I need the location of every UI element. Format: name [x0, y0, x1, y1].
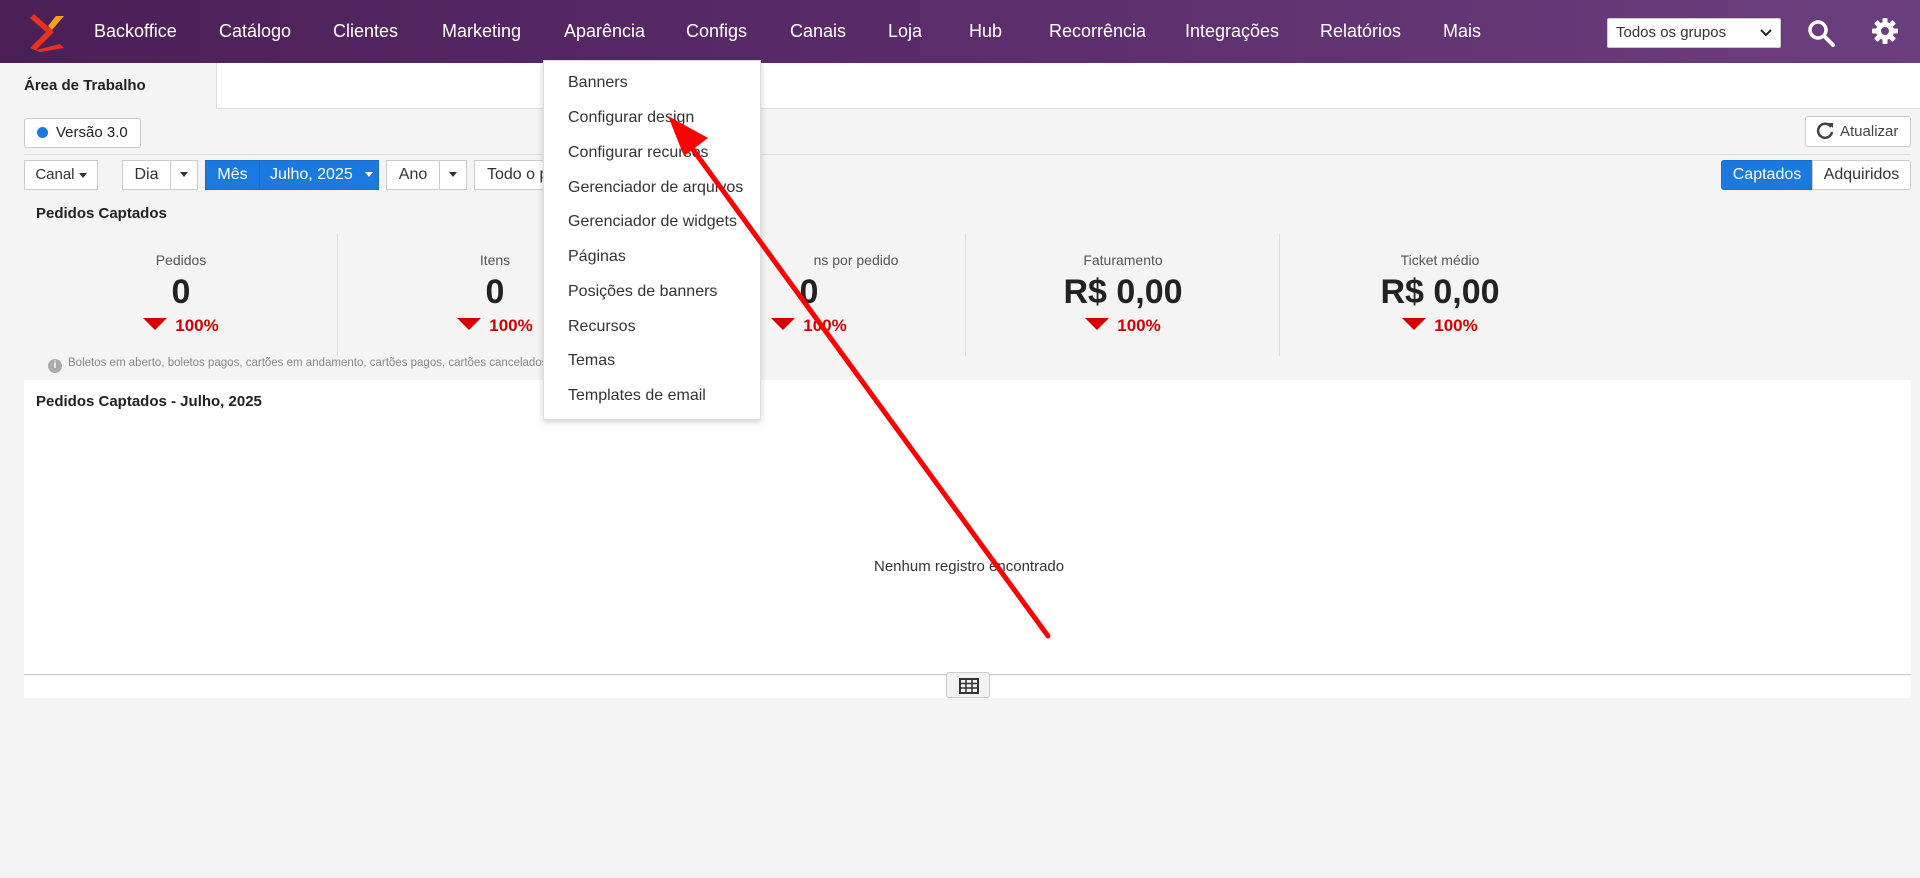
kpi-label: Pedidos	[155, 252, 207, 268]
captados-toggle[interactable]: Captados	[1721, 160, 1813, 190]
nav-aparencia[interactable]: Aparência	[564, 0, 645, 63]
month-value: Julho, 2025	[270, 166, 353, 183]
menu-item-banners[interactable]: Banners	[568, 74, 628, 92]
adquiridos-toggle[interactable]: Adquiridos	[1812, 160, 1911, 190]
nav-relatorios[interactable]: Relatórios	[1320, 0, 1401, 63]
nav-canais[interactable]: Canais	[790, 0, 846, 63]
menu-item-recursos[interactable]: Recursos	[568, 318, 636, 336]
ano-button[interactable]: Ano	[386, 160, 440, 190]
group-select[interactable]: Todos os grupos	[1607, 18, 1781, 48]
tab-area-de-trabalho[interactable]: Área de Trabalho	[0, 63, 217, 109]
divider	[24, 154, 1911, 155]
kpi-label: Faturamento	[1083, 252, 1163, 268]
caret-down-icon	[78, 172, 87, 178]
menu-item-posicoes-banners[interactable]: Posições de banners	[568, 283, 717, 301]
section-title: Pedidos Captados	[36, 205, 167, 222]
kpi-change-value: 100%	[489, 316, 533, 335]
decrease-triangle-icon	[457, 318, 482, 330]
table-icon	[959, 678, 979, 694]
decrease-triangle-icon	[1402, 318, 1427, 330]
gear-icon[interactable]	[1870, 16, 1900, 46]
kpi-value: R$ 0,00	[1380, 273, 1500, 311]
nav-recorrencia[interactable]: Recorrência	[1049, 0, 1146, 63]
kpi-label: Ticket médio	[1400, 252, 1480, 268]
search-icon[interactable]	[1806, 18, 1836, 48]
canal-label: Canal	[35, 166, 75, 183]
dia-caret-button[interactable]	[170, 160, 198, 190]
tab-bar: Área de Trabalho	[0, 63, 1920, 109]
version-badge[interactable]: Versão 3.0	[24, 118, 141, 148]
menu-item-gerenciador-widgets[interactable]: Gerenciador de widgets	[568, 213, 737, 231]
status-dot-icon	[37, 127, 48, 138]
kpi-change-value: 100%	[803, 316, 847, 335]
kpi-pedidos: Pedidos 0 100%	[24, 234, 338, 356]
chart-panel: Pedidos Captados - Julho, 2025 Nenhum re…	[24, 380, 1911, 675]
nav-backoffice[interactable]: Backoffice	[94, 0, 177, 63]
decrease-triangle-icon	[143, 318, 168, 330]
nav-catalogo[interactable]: Catálogo	[219, 0, 291, 63]
nav-loja[interactable]: Loja	[888, 0, 922, 63]
chart-panel-title: Pedidos Captados - Julho, 2025	[36, 393, 262, 410]
menu-item-configurar-recursos[interactable]: Configurar recursos	[568, 144, 709, 162]
chevron-down-icon	[1760, 29, 1772, 37]
nav-clientes[interactable]: Clientes	[333, 0, 398, 63]
group-select-value: Todos os grupos	[1616, 24, 1727, 41]
kpi-change-value: 100%	[175, 316, 219, 335]
kpi-change: 100%	[966, 316, 1280, 336]
menu-item-gerenciador-arquivos[interactable]: Gerenciador de arquivos	[568, 179, 743, 197]
info-icon: i	[48, 359, 62, 373]
menu-item-temas[interactable]: Temas	[568, 352, 615, 370]
caret-down-icon	[365, 172, 374, 178]
kpi-value: 0	[171, 273, 191, 311]
menu-item-configurar-design[interactable]: Configurar design	[568, 109, 694, 127]
ano-caret-button[interactable]	[439, 160, 467, 190]
periodo-button[interactable]: Todo o p	[474, 160, 554, 190]
kpi-ticket-medio: Ticket médio R$ 0,00 100%	[1283, 234, 1597, 356]
top-navbar: Backoffice Catálogo Clientes Marketing A…	[0, 0, 1920, 63]
brand-logo-icon[interactable]	[30, 12, 66, 52]
caret-down-icon	[180, 172, 188, 178]
mes-button[interactable]: Mês	[205, 160, 260, 190]
kpi-change: 100%	[24, 316, 338, 336]
nav-marketing[interactable]: Marketing	[442, 0, 521, 63]
kpi-faturamento: Faturamento R$ 0,00 100%	[966, 234, 1280, 356]
caret-down-icon	[449, 172, 457, 178]
kpi-change-value: 100%	[1117, 316, 1161, 335]
empty-state-text: Nenhum registro encontrado	[874, 558, 1065, 575]
kpi-change-value: 100%	[1434, 316, 1478, 335]
canal-dropdown[interactable]: Canal	[24, 160, 98, 190]
month-picker[interactable]: Julho, 2025	[259, 160, 379, 190]
refresh-label: Atualizar	[1840, 123, 1899, 140]
nav-mais[interactable]: Mais	[1443, 0, 1481, 63]
aparencia-dropdown-menu: Banners Configurar design Configurar rec…	[543, 60, 761, 420]
refresh-button[interactable]: Atualizar	[1805, 116, 1911, 147]
decrease-triangle-icon	[1085, 318, 1110, 330]
dia-button[interactable]: Dia	[122, 160, 171, 190]
kpi-value: R$ 0,00	[1063, 273, 1183, 311]
menu-item-templates-email[interactable]: Templates de email	[568, 387, 706, 405]
kpi-divider	[1279, 234, 1280, 356]
decrease-triangle-icon	[771, 318, 796, 330]
version-label: Versão 3.0	[56, 124, 128, 141]
refresh-icon	[1816, 122, 1834, 139]
kpi-change: 100%	[1283, 316, 1597, 336]
menu-item-paginas[interactable]: Páginas	[568, 248, 626, 266]
nav-configs[interactable]: Configs	[686, 0, 747, 63]
table-view-button[interactable]	[946, 672, 990, 698]
nav-integracoes[interactable]: Integrações	[1185, 0, 1279, 63]
nav-hub[interactable]: Hub	[969, 0, 1002, 63]
